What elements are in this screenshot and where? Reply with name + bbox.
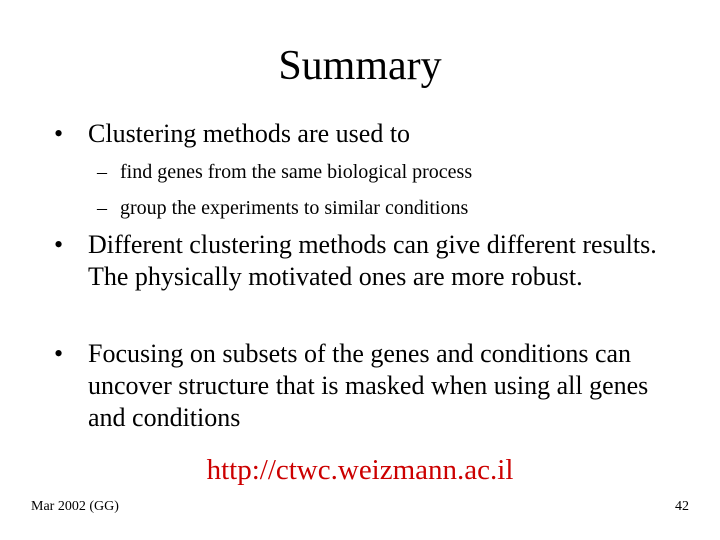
page-number: 42 — [675, 499, 689, 514]
dash-icon: – — [97, 197, 107, 219]
bullet-icon: • — [54, 119, 64, 148]
sub-bullet-text: group the experiments to similar conditi… — [120, 197, 469, 219]
dash-icon: – — [97, 161, 107, 183]
project-url-link[interactable]: http://ctwc.weizmann.ac.il — [0, 453, 720, 487]
footer-date-author: Mar 2002 (GG) — [31, 499, 119, 514]
bullet-text: Clustering methods are used to — [88, 119, 411, 148]
slide-title: Summary — [278, 43, 442, 89]
bullet-icon: • — [54, 230, 64, 259]
bullet-text: Focusing on subsets of the genes and con… — [88, 339, 649, 432]
sub-bullet-text: find genes from the same biological proc… — [120, 161, 473, 183]
bullet-text: Different clustering methods can give di… — [88, 230, 657, 291]
bullet-icon: • — [54, 339, 64, 368]
